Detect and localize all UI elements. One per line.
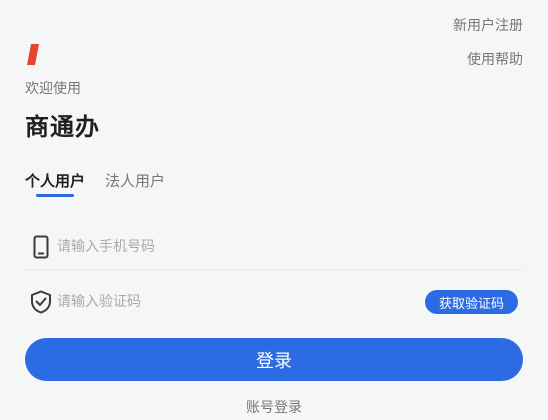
- logo-icon: [27, 44, 39, 65]
- help-link[interactable]: 使用帮助: [467, 49, 523, 69]
- tab-personal-user[interactable]: 个人用户: [25, 170, 85, 191]
- account-login-link[interactable]: 账号登录: [0, 397, 548, 417]
- get-code-button[interactable]: 获取验证码: [425, 290, 518, 314]
- phone-field: [25, 224, 523, 270]
- register-link[interactable]: 新用户注册: [453, 15, 523, 35]
- tab-legal-user[interactable]: 法人用户: [105, 170, 165, 191]
- app-title: 商通办: [25, 113, 100, 141]
- shield-check-icon: [30, 289, 52, 315]
- login-button[interactable]: 登录: [25, 338, 523, 381]
- welcome-text: 欢迎使用: [25, 81, 81, 97]
- active-tab-indicator: [36, 194, 74, 197]
- login-page: 新用户注册 使用帮助 欢迎使用 商通办 个人用户 法人用户 获取验证码 登录 账…: [0, 0, 548, 420]
- phone-icon: [30, 234, 52, 260]
- verification-code-field: 获取验证码: [25, 279, 523, 325]
- phone-input[interactable]: [57, 231, 523, 262]
